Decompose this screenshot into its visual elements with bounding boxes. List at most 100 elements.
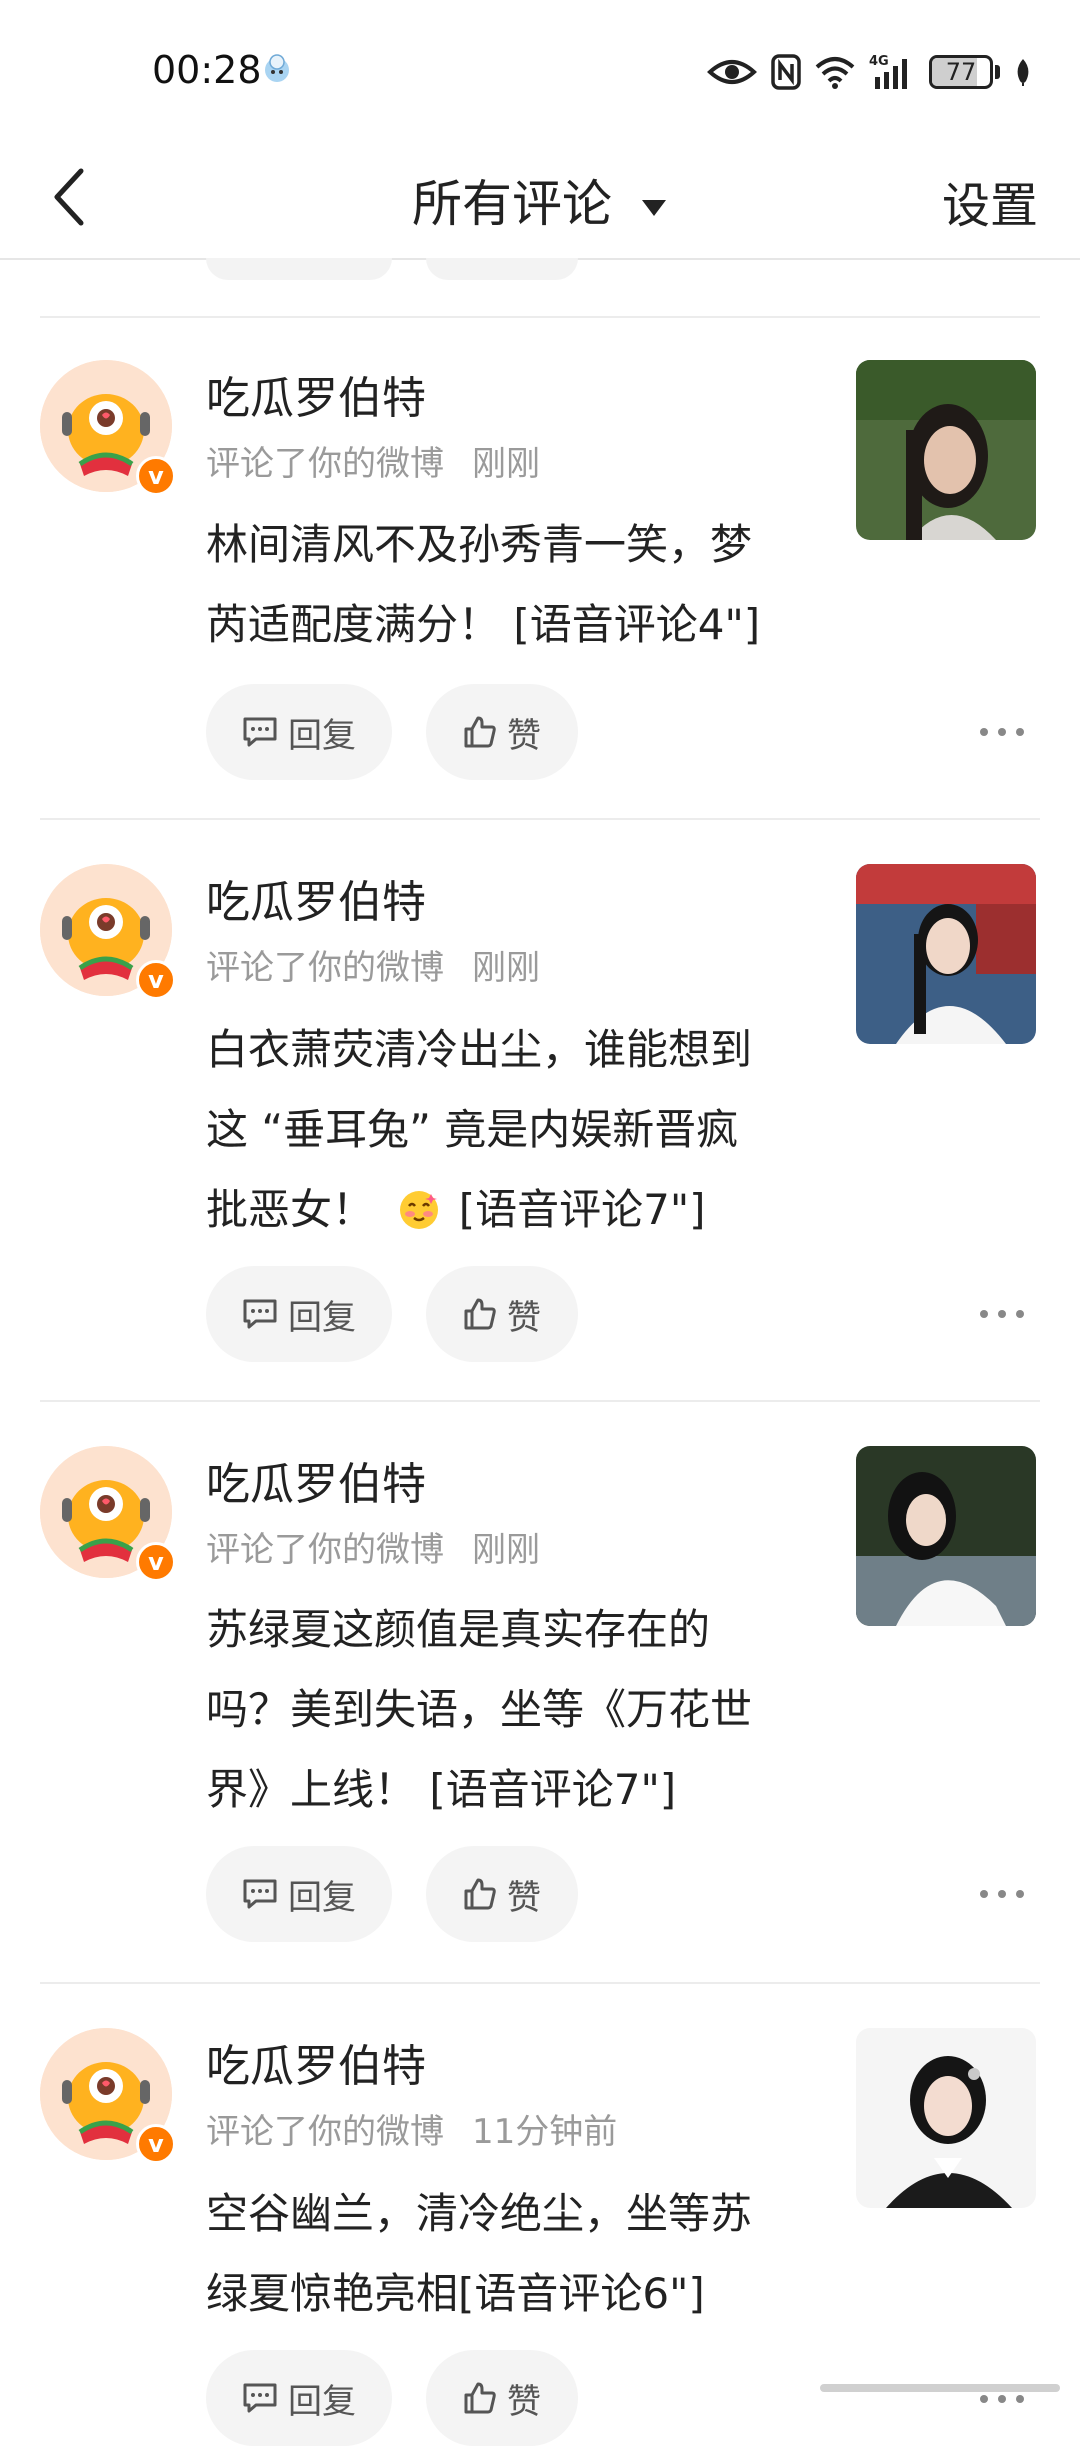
blushing-face-emoji-icon	[400, 1191, 439, 1229]
partial-like-button[interactable]	[426, 258, 578, 280]
like-button[interactable]: 赞	[426, 1266, 578, 1362]
signal-icon: 4G	[869, 54, 907, 89]
like-label: 赞	[507, 1297, 541, 1338]
divider	[40, 1982, 1040, 1984]
thumbs-up-icon	[464, 2382, 496, 2414]
comment-time: 刚刚	[472, 1530, 540, 1570]
comment-line: 绿夏惊艳亮相[语音评论6"]	[206, 2269, 705, 2318]
status-icons: 4G 77	[707, 50, 1032, 94]
thumbs-up-icon	[464, 1878, 496, 1910]
post-thumbnail-image	[856, 2028, 1036, 2208]
comment-username[interactable]: 吃瓜罗伯特	[206, 1448, 426, 1512]
comment-meta: 评论了你的微博 刚刚	[206, 436, 540, 485]
post-thumbnail[interactable]	[856, 1446, 1036, 1626]
reply-button[interactable]: 回复	[206, 2350, 392, 2446]
post-thumbnail[interactable]	[856, 864, 1036, 1044]
comment-bubble-icon	[243, 1879, 277, 1909]
like-button[interactable]: 赞	[426, 684, 578, 780]
comment-action: 评论了你的微博	[206, 2112, 444, 2152]
reply-button[interactable]: 回复	[206, 1266, 392, 1362]
thumbs-up-icon	[464, 1298, 496, 1330]
comment-line: 白衣萧荧清冷出尘，谁能想到	[206, 1025, 753, 1074]
comment-text: 林间清风不及孙秀青一笑，梦 芮适配度满分！ [语音评论4"]	[206, 505, 806, 665]
reply-label: 回复	[288, 715, 356, 756]
comment-line: 界》上线！ [语音评论7"]	[206, 1765, 677, 1814]
comment-line: 林间清风不及孙秀青一笑，梦	[206, 520, 753, 569]
post-thumbnail-image	[856, 360, 1036, 540]
comment-line: 空谷幽兰，清冷绝尘，坐等苏	[206, 2189, 753, 2238]
reply-label: 回复	[288, 1877, 356, 1918]
post-thumbnail[interactable]	[856, 360, 1036, 540]
page-title: 所有评论	[412, 175, 613, 233]
comment-line: 这 “垂耳兔” 竟是内娱新晋疯	[206, 1105, 739, 1154]
verified-badge-icon: v	[136, 2124, 176, 2164]
wifi-icon	[815, 57, 855, 89]
comment-line: 吗？美到失语，坐等《万花世	[206, 1685, 753, 1734]
reply-button[interactable]: 回复	[206, 684, 392, 780]
comment-text: 空谷幽兰，清冷绝尘，坐等苏 绿夏惊艳亮相[语音评论6"]	[206, 2174, 806, 2334]
comment-username[interactable]: 吃瓜罗伯特	[206, 2030, 426, 2094]
comment-meta: 评论了你的微博 刚刚	[206, 1522, 540, 1571]
reply-label: 回复	[288, 2381, 356, 2422]
header-bar: 所有评论 设置	[0, 140, 1080, 260]
comment-text: 苏绿夏这颜值是真实存在的 吗？美到失语，坐等《万花世 界》上线！ [语音评论7"…	[206, 1590, 806, 1830]
comment-username[interactable]: 吃瓜罗伯特	[206, 362, 426, 426]
battery-icon: 77	[929, 55, 1000, 89]
comment-line: 批恶女！	[206, 1185, 375, 1234]
divider	[40, 1400, 1040, 1402]
comment-action: 评论了你的微博	[206, 948, 444, 988]
verified-badge-icon: v	[136, 456, 176, 496]
eye-icon	[707, 60, 757, 84]
post-thumbnail[interactable]	[856, 2028, 1036, 2208]
comment-bubble-icon	[243, 717, 277, 747]
reply-label: 回复	[288, 1297, 356, 1338]
verified-badge-icon: v	[136, 960, 176, 1000]
nfc-icon	[771, 54, 801, 90]
comment-line-with-emoji: 批恶女！ [语音评论7"]	[206, 1170, 806, 1250]
comment-line: [语音评论7"]	[458, 1185, 706, 1234]
notification-emoji-icon	[265, 54, 289, 82]
avatar[interactable]: v	[40, 864, 176, 1000]
avatar[interactable]: v	[40, 2028, 176, 2164]
comment-line: 芮适配度满分！ [语音评论4"]	[206, 600, 761, 649]
comment-time: 11分钟前	[472, 2112, 618, 2152]
more-options-icon[interactable]	[980, 1879, 1024, 1909]
partial-reply-button[interactable]	[206, 258, 392, 280]
comment-time: 刚刚	[472, 444, 540, 484]
like-label: 赞	[507, 1877, 541, 1918]
caret-down-icon	[641, 199, 666, 216]
settings-button[interactable]: 设置	[942, 166, 1038, 236]
more-options-icon[interactable]	[980, 1299, 1024, 1329]
comment-bubble-icon	[243, 1299, 277, 1329]
battery-level: 77	[945, 58, 977, 86]
status-bar: 00:28 4G 77	[0, 0, 1080, 140]
divider	[40, 818, 1040, 820]
thumbs-up-icon	[464, 716, 496, 748]
comment-time: 刚刚	[472, 948, 540, 988]
comment-meta: 评论了你的微博 11分钟前	[206, 2104, 617, 2153]
verified-badge-icon: v	[136, 1542, 176, 1582]
network-label: 4G	[869, 54, 889, 69]
more-options-icon[interactable]	[980, 717, 1024, 747]
comment-filter-dropdown[interactable]: 所有评论	[0, 164, 1080, 236]
comment-action: 评论了你的微博	[206, 444, 444, 484]
status-time: 00:28	[152, 48, 262, 92]
home-indicator[interactable]	[820, 2384, 1060, 2392]
like-button[interactable]: 赞	[426, 1846, 578, 1942]
like-label: 赞	[507, 715, 541, 756]
post-thumbnail-image	[856, 864, 1036, 1044]
leaf-icon	[1017, 59, 1029, 86]
avatar[interactable]: v	[40, 360, 176, 496]
comment-bubble-icon	[243, 2383, 277, 2413]
comment-username[interactable]: 吃瓜罗伯特	[206, 866, 426, 930]
comment-line: 苏绿夏这颜值是真实存在的	[206, 1605, 711, 1654]
like-button[interactable]: 赞	[426, 2350, 578, 2446]
reply-button[interactable]: 回复	[206, 1846, 392, 1942]
avatar[interactable]: v	[40, 1446, 176, 1582]
divider	[40, 316, 1040, 318]
comment-meta: 评论了你的微博 刚刚	[206, 940, 540, 989]
comment-action: 评论了你的微博	[206, 1530, 444, 1570]
post-thumbnail-image	[856, 1446, 1036, 1626]
comment-text: 白衣萧荧清冷出尘，谁能想到 这 “垂耳兔” 竟是内娱新晋疯 批恶女！ [语音评论…	[206, 1010, 806, 1250]
like-label: 赞	[507, 2381, 541, 2422]
